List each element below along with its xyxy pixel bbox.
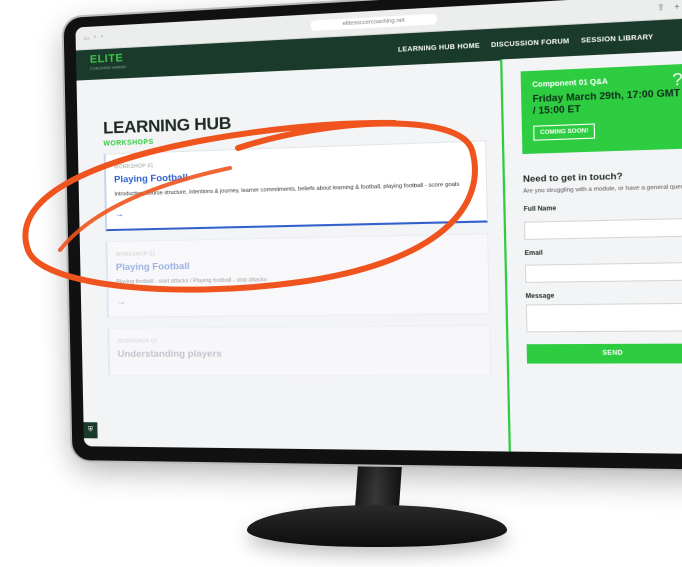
scene: ▭ ‹ › elitesoccercoaching.net ⇪ + ❐ ELIT… — [0, 0, 682, 567]
sidebar-toggle-icon[interactable]: ▭ — [83, 34, 89, 41]
forward-icon[interactable]: › — [101, 34, 103, 41]
workshop-kicker: WORKSHOP 03 — [117, 338, 158, 345]
contact-form: Need to get in touch? Are you struggling… — [522, 168, 682, 364]
workshop-description: Playing football - start attacks / Playi… — [116, 277, 267, 286]
new-tab-icon[interactable]: + — [674, 1, 680, 11]
brand-tagline: COACHING AWARD — [90, 65, 127, 71]
workshop-card-2[interactable]: WORKSHOP 02 Playing Football Playing foo… — [105, 233, 490, 318]
chat-question-icon: ? — [672, 70, 682, 90]
share-icon[interactable]: ⇪ — [657, 2, 665, 12]
nav-session-library[interactable]: SESSION LIBRARY — [581, 33, 654, 44]
workshop-card-3[interactable]: WORKSHOP 03 Understanding players — [107, 325, 492, 377]
content: LEARNING HUB WORKSHOPS WORKSHOP 01 Playi… — [76, 59, 508, 451]
monitor-stand-base — [247, 505, 507, 547]
nav-discussion-forum[interactable]: DISCUSSION FORUM — [491, 37, 570, 48]
full-name-field[interactable] — [523, 217, 682, 240]
shield-icon[interactable]: ⛨ — [83, 422, 98, 439]
message-field[interactable] — [525, 302, 682, 333]
message-label: Message — [525, 293, 555, 301]
nav-links: LEARNING HUB HOME DISCUSSION FORUM SESSI… — [398, 29, 682, 55]
address-bar[interactable]: elitesoccercoaching.net — [310, 13, 438, 32]
screen: ▭ ‹ › elitesoccercoaching.net ⇪ + ❐ ELIT… — [75, 0, 682, 455]
email-field[interactable] — [524, 261, 682, 283]
arrow-right-icon[interactable]: → — [115, 199, 476, 219]
qa-promo: ? Component 01 Q&A Friday March 29th, 17… — [520, 63, 682, 155]
sidebar: ? Component 01 Q&A Friday March 29th, 17… — [500, 49, 682, 455]
back-icon[interactable]: ‹ — [94, 34, 96, 41]
nav-learning-hub-home[interactable]: LEARNING HUB HOME — [398, 42, 480, 53]
browser-actions: ⇪ + ❐ — [657, 0, 682, 12]
email-label: Email — [524, 249, 543, 257]
full-name-label: Full Name — [523, 205, 557, 214]
promo-title: Component 01 Q&A — [532, 78, 609, 90]
main-area: LEARNING HUB WORKSHOPS WORKSHOP 01 Playi… — [76, 49, 682, 455]
browser-controls: ▭ ‹ › — [83, 33, 113, 42]
arrow-right-icon[interactable]: → — [117, 292, 478, 306]
coming-soon-button[interactable]: COMING SOON! — [533, 123, 596, 141]
monitor-bezel: ▭ ‹ › elitesoccercoaching.net ⇪ + ❐ ELIT… — [63, 0, 682, 470]
brand-logo[interactable]: ELITE COACHING AWARD — [90, 52, 127, 74]
monitor: ▭ ‹ › elitesoccercoaching.net ⇪ + ❐ ELIT… — [63, 0, 682, 470]
workshop-title[interactable]: Understanding players — [118, 348, 479, 359]
contact-subtext: Are you struggling with a module, or hav… — [523, 183, 682, 195]
send-button[interactable]: SEND — [526, 343, 682, 364]
workshop-title[interactable]: Playing Football — [116, 256, 477, 273]
workshop-card-1[interactable]: WORKSHOP 01 Playing Football Introductio… — [103, 140, 488, 232]
contact-heading: Need to get in touch? — [522, 170, 623, 185]
promo-date: Friday March 29th, 17:00 GMT / 15:00 ET — [532, 87, 681, 117]
